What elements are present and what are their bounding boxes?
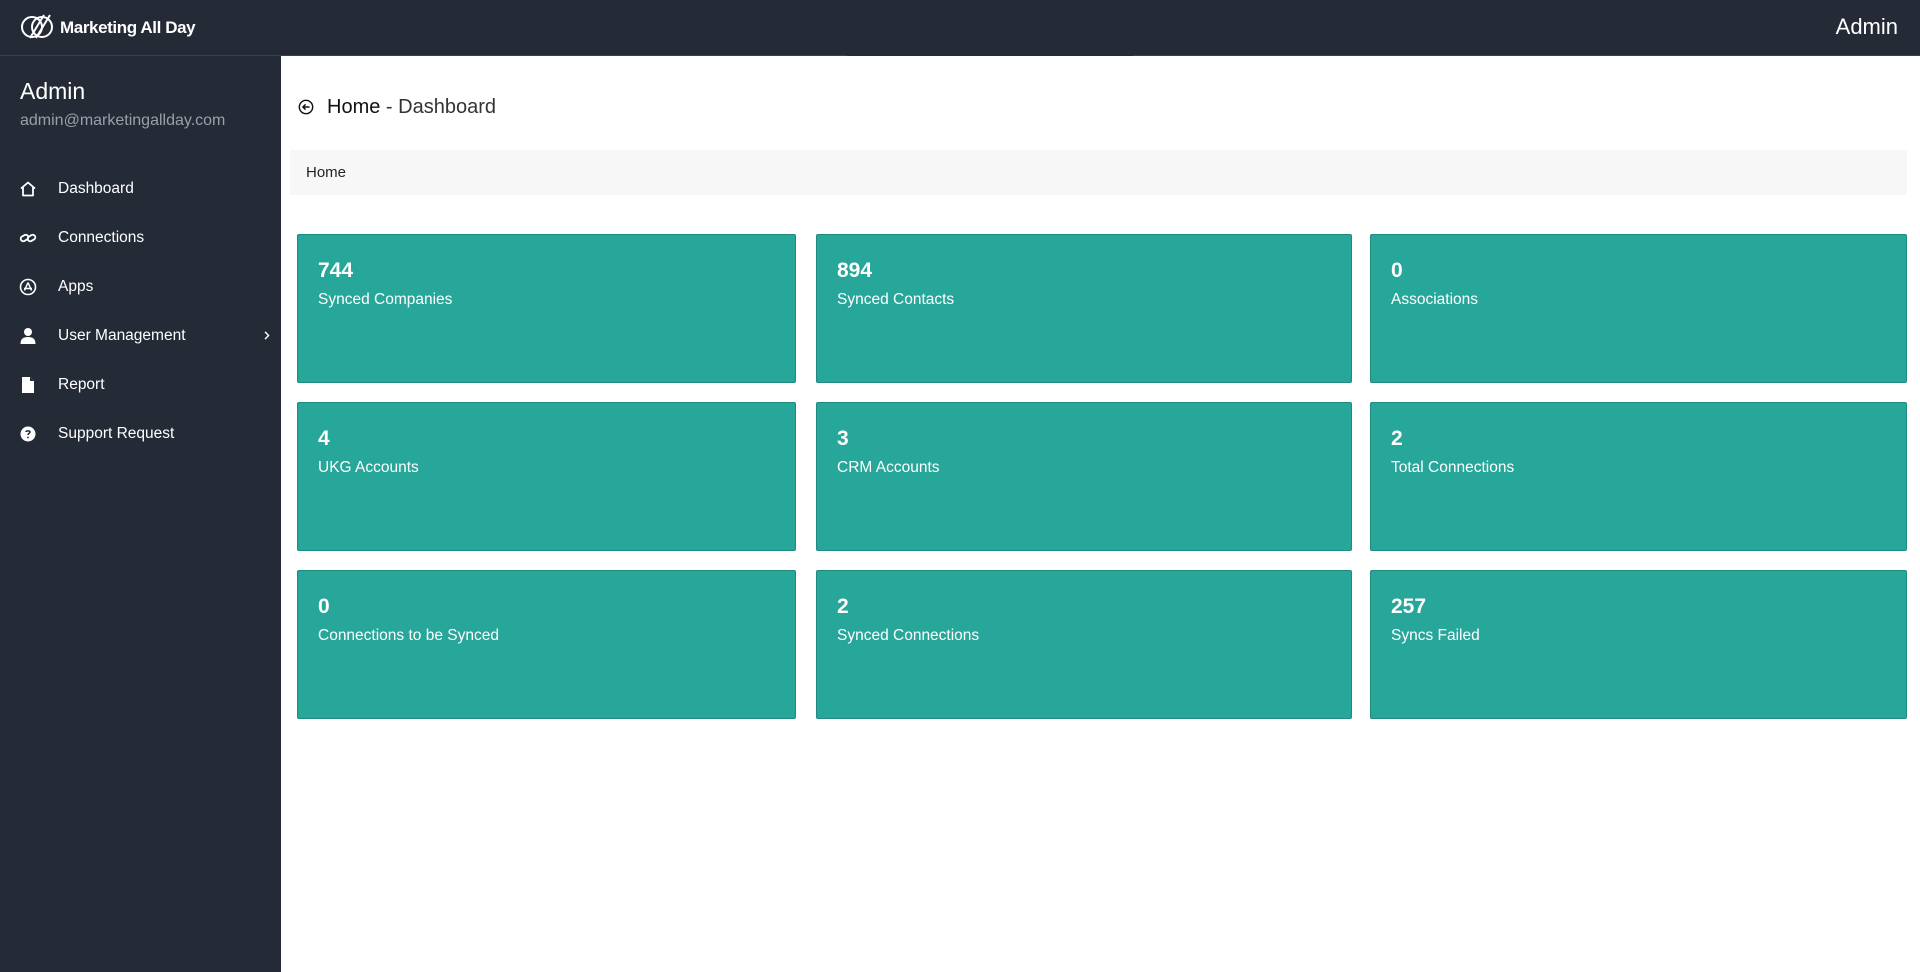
stat-value: 3 xyxy=(837,427,849,450)
page-header: Home - Dashboard xyxy=(297,92,496,122)
stat-label: Associations xyxy=(1391,291,1479,308)
back-arrow-icon[interactable] xyxy=(297,98,315,116)
page-title: Home - Dashboard xyxy=(327,96,496,119)
file-icon xyxy=(18,375,38,395)
sidebar-item-connections[interactable]: Connections xyxy=(0,213,281,262)
breadcrumb: Home xyxy=(290,150,1907,195)
stat-value: 894 xyxy=(837,259,873,282)
stat-card-connections-to-be-synced[interactable]: 0 Connections to be Synced xyxy=(297,570,796,719)
sidebar-item-label: Report xyxy=(58,375,105,393)
page-title-sub: Dashboard xyxy=(398,95,496,118)
profile-email: admin@marketingallday.com xyxy=(20,112,226,129)
sidebar-item-report[interactable]: Report xyxy=(0,360,281,409)
stat-label: Synced Contacts xyxy=(837,291,955,308)
main-content: Home - Dashboard Home 744 Synced Compani… xyxy=(281,56,1920,972)
chevron-right-icon[interactable] xyxy=(259,326,275,344)
stat-label: Connections to be Synced xyxy=(318,627,499,644)
stat-card-associations[interactable]: 0 Associations xyxy=(1370,234,1907,383)
sidebar-item-apps[interactable]: Apps xyxy=(0,262,281,311)
help-icon xyxy=(18,424,38,444)
stat-label: UKG Accounts xyxy=(318,459,419,476)
apps-icon xyxy=(18,277,38,297)
sidebar-item-user-management[interactable]: User Management xyxy=(0,311,281,360)
sidebar-item-dashboard[interactable]: Dashboard xyxy=(0,164,281,213)
stat-card-total-connections[interactable]: 2 Total Connections xyxy=(1370,402,1907,551)
stat-value: 744 xyxy=(318,259,354,282)
sidebar-item-label: Connections xyxy=(58,228,145,246)
stat-label: CRM Accounts xyxy=(837,459,940,476)
stat-label: Total Connections xyxy=(1391,459,1515,476)
stat-card-synced-contacts[interactable]: 894 Synced Contacts xyxy=(816,234,1352,383)
sidebar-item-label: Apps xyxy=(58,277,94,295)
user-icon xyxy=(18,326,38,346)
stat-label: Syncs Failed xyxy=(1391,627,1480,644)
page-title-separator: - xyxy=(380,95,399,118)
top-user-name[interactable]: Admin xyxy=(1836,14,1898,40)
stat-value: 2 xyxy=(1391,427,1403,450)
sidebar-item-label: Support Request xyxy=(58,424,175,442)
link-icon xyxy=(18,228,38,248)
brand-name: Marketing All Day xyxy=(60,18,196,37)
stat-card-syncs-failed[interactable]: 257 Syncs Failed xyxy=(1370,570,1907,719)
sidebar-item-label: Dashboard xyxy=(58,179,134,197)
home-icon xyxy=(18,179,38,199)
stat-card-ukg-accounts[interactable]: 4 UKG Accounts xyxy=(297,402,796,551)
stat-value: 2 xyxy=(837,595,849,618)
sidebar-nav: Dashboard Connections Apps User Manageme… xyxy=(0,164,281,458)
stat-card-crm-accounts[interactable]: 3 CRM Accounts xyxy=(816,402,1352,551)
stat-label: Synced Companies xyxy=(318,291,453,308)
stat-value: 0 xyxy=(318,595,330,618)
stat-card-synced-connections[interactable]: 2 Synced Connections xyxy=(816,570,1352,719)
sidebar-item-label: User Management xyxy=(58,326,186,344)
sidebar: Admin admin@marketingallday.com Dashboar… xyxy=(0,56,281,972)
breadcrumb-item-home[interactable]: Home xyxy=(306,164,346,181)
stat-value: 0 xyxy=(1391,259,1403,282)
stat-label: Synced Connections xyxy=(837,627,980,644)
stat-card-synced-companies[interactable]: 744 Synced Companies xyxy=(297,234,796,383)
brand-logo[interactable]: Marketing All Day xyxy=(20,12,196,45)
brand-logo-icon xyxy=(20,12,56,45)
profile-name: Admin xyxy=(20,78,86,104)
sidebar-item-support-request[interactable]: Support Request xyxy=(0,409,281,458)
top-bar: Marketing All Day Admin xyxy=(0,0,1920,57)
stat-value: 257 xyxy=(1391,595,1427,618)
stat-value: 4 xyxy=(318,427,330,450)
page-title-main: Home xyxy=(327,95,381,118)
